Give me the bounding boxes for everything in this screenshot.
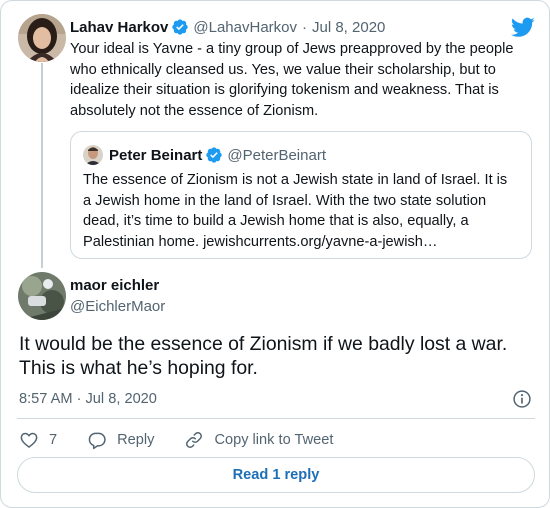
- tweet-embed-card: Lahav Harkov @LahavHarkov · Jul 8, 2020 …: [0, 0, 550, 508]
- parent-author-handle[interactable]: @LahavHarkov: [193, 19, 297, 36]
- verified-badge-icon: [206, 147, 223, 163]
- reply-label: Reply: [117, 432, 155, 448]
- avatar-maor-eichler[interactable]: [18, 272, 66, 320]
- reply-icon: [88, 432, 106, 450]
- copy-link-button[interactable]: Copy link to Tweet: [184, 430, 333, 450]
- avatar-lahav-harkov[interactable]: [18, 14, 66, 62]
- read-replies-button[interactable]: Read 1 reply: [17, 457, 535, 493]
- parent-tweet-date[interactable]: Jul 8, 2020: [312, 19, 385, 36]
- main-author-handle[interactable]: @EichlerMaor: [70, 298, 165, 315]
- main-tweet-text: It would be the essence of Zionism if we…: [19, 333, 508, 379]
- quoted-author-handle: @PeterBeinart: [227, 146, 326, 164]
- main-tweet-timestamp[interactable]: 8:57 AM · Jul 8, 2020: [19, 391, 157, 407]
- parent-author-name[interactable]: Lahav Harkov: [70, 19, 168, 36]
- avatar-peter-beinart: [83, 145, 103, 165]
- quoted-tweet-text: The essence of Zionism is not a Jewish s…: [83, 172, 508, 250]
- quoted-tweet-header: Peter Beinart @PeterBeinart: [109, 145, 326, 165]
- like-button[interactable]: 7: [19, 430, 57, 450]
- divider: [17, 418, 535, 419]
- quoted-author-name: Peter Beinart: [109, 146, 203, 164]
- heart-icon: [20, 432, 38, 449]
- reply-button[interactable]: Reply: [87, 430, 154, 450]
- link-icon: [186, 432, 203, 448]
- quoted-tweet[interactable]: Peter Beinart @PeterBeinart The essence …: [70, 131, 532, 259]
- header-separator: ·: [302, 18, 307, 36]
- like-count: 7: [49, 432, 58, 448]
- main-author-name[interactable]: maor eichler: [70, 277, 159, 294]
- parent-tweet-header: Lahav Harkov @LahavHarkov · Jul 8, 2020: [70, 17, 385, 37]
- parent-tweet-text: Your ideal is Yavne - a tiny group of Je…: [70, 41, 514, 119]
- copy-link-label: Copy link to Tweet: [214, 432, 334, 448]
- thread-connector-line: [41, 63, 43, 268]
- verified-badge-icon: [172, 19, 189, 35]
- info-icon[interactable]: [512, 389, 532, 409]
- twitter-logo-icon[interactable]: [511, 15, 535, 39]
- tweet-actions-bar: 7 Reply Copy link to Tweet: [19, 429, 363, 451]
